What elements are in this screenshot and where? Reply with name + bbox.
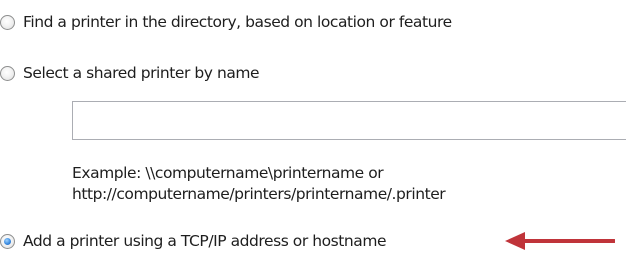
arrow-head: [505, 232, 525, 250]
add-printer-options: Find a printer in the directory, based o…: [0, 0, 626, 263]
option-shared-printer-by-name-label: Select a shared printer by name: [23, 64, 260, 82]
shared-printer-example: Example: \\computername\printername or h…: [72, 163, 446, 205]
radio-shared-printer-by-name[interactable]: [0, 65, 15, 81]
radio-find-in-directory[interactable]: [0, 14, 15, 30]
option-tcp-ip-address-label: Add a printer using a TCP/IP address or …: [23, 232, 387, 250]
shared-printer-name-input[interactable]: [72, 101, 626, 140]
option-find-in-directory[interactable]: Find a printer in the directory, based o…: [0, 11, 452, 33]
option-shared-printer-by-name[interactable]: Select a shared printer by name: [0, 62, 260, 84]
option-find-in-directory-label: Find a printer in the directory, based o…: [23, 13, 452, 31]
annotation-arrow-icon: [505, 232, 615, 250]
example-line-2: http://computername/printers/printername…: [72, 185, 446, 203]
option-tcp-ip-address[interactable]: Add a printer using a TCP/IP address or …: [0, 230, 387, 252]
example-line-1: Example: \\computername\printername or: [72, 164, 384, 182]
radio-tcp-ip-address[interactable]: [0, 233, 15, 249]
